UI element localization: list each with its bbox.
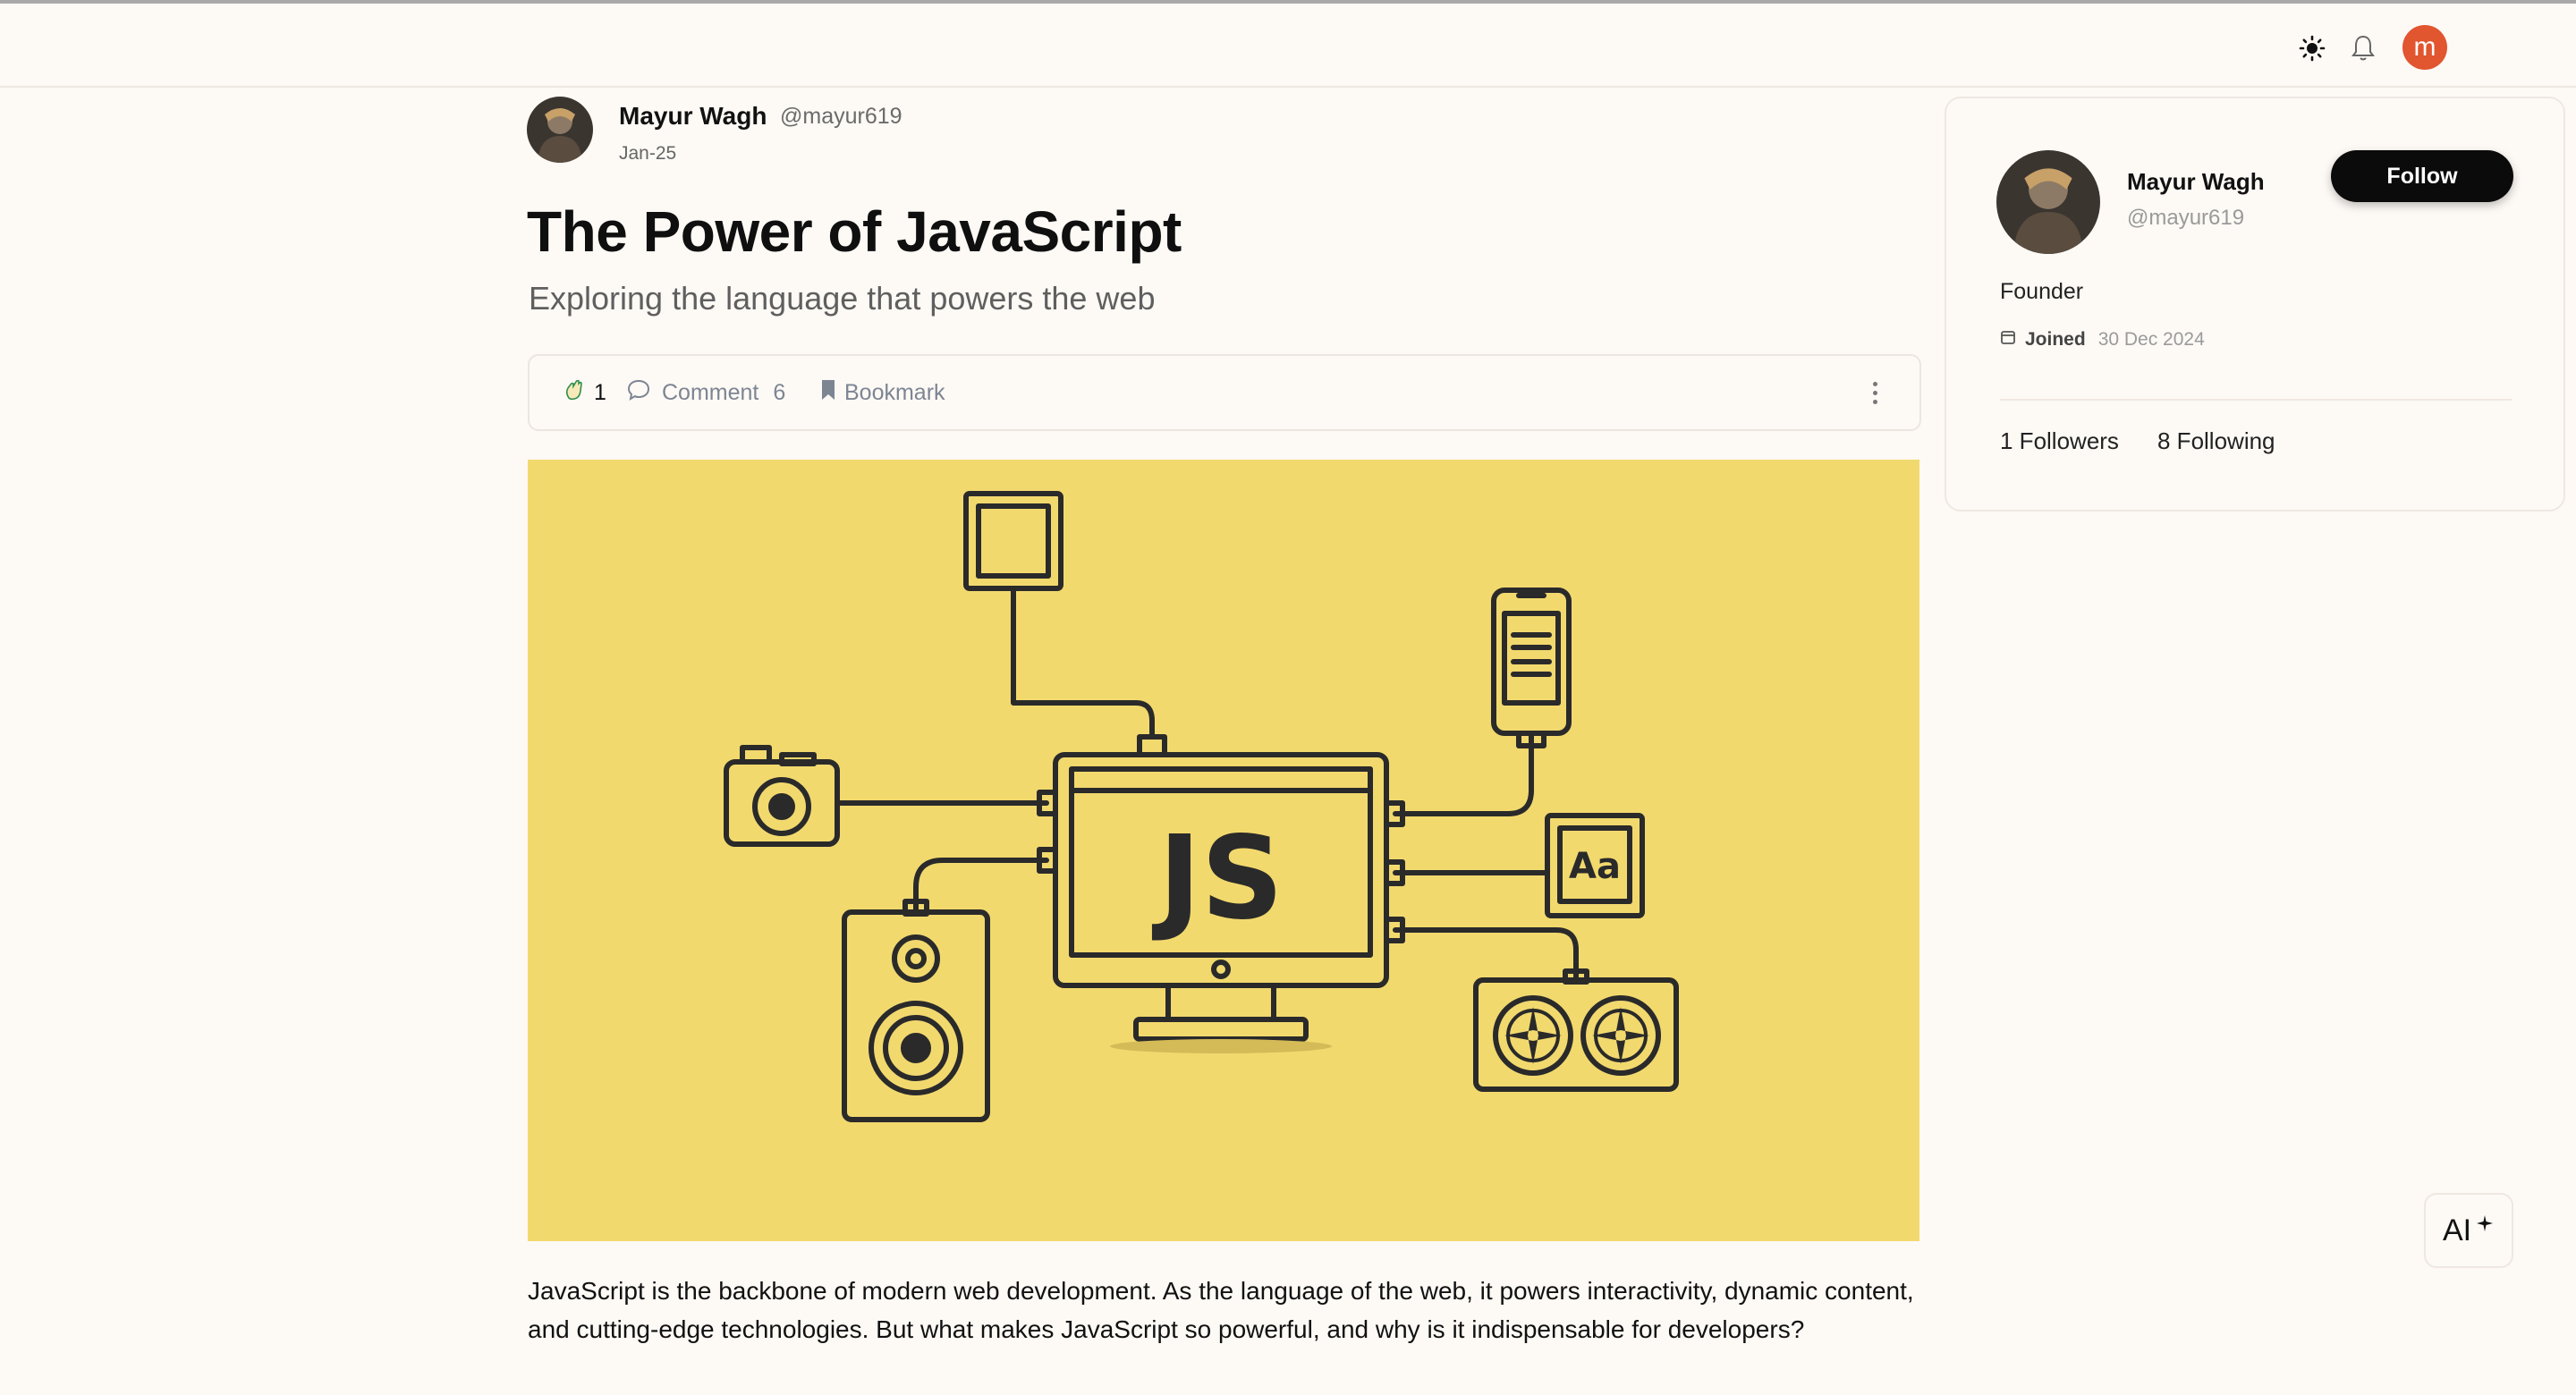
joined-date: 30 Dec 2024 (2097, 329, 2205, 350)
calendar-icon (2000, 329, 2016, 351)
bookmark-icon (819, 378, 837, 408)
comment-icon (626, 378, 651, 408)
comment-button[interactable]: Comment 6 (626, 356, 785, 429)
joined-label: Joined (2025, 329, 2086, 350)
page: m Mayur Wagh @mayur619 Jan-25 The Power … (0, 0, 2576, 1395)
hero-image: JS Aa (528, 460, 1919, 1241)
profile-handle: @mayur619 (2127, 206, 2245, 230)
profile-joined: Joined 30 Dec 2024 (2000, 329, 2205, 351)
author-profile-card: Mayur Wagh @mayur619 Follow Founder Join… (1945, 97, 2565, 512)
bookmark-label: Bookmark (844, 379, 945, 405)
profile-avatar[interactable] (1996, 150, 2100, 254)
post-subtitle: Exploring the language that powers the w… (529, 280, 1156, 317)
clap-icon (564, 378, 585, 408)
post-title: The Power of JavaScript (527, 199, 1182, 264)
sparkle-icon (2475, 1206, 2495, 1241)
followers-count[interactable]: 1 Followers (2000, 427, 2119, 455)
comment-count: 6 (773, 379, 786, 405)
post-date: Jan-25 (619, 143, 677, 164)
bell-icon[interactable] (2345, 30, 2381, 66)
profile-divider (2000, 399, 2512, 401)
top-bar: m (0, 4, 2576, 88)
clap-button[interactable]: 1 (564, 356, 606, 429)
bookmark-button[interactable]: Bookmark (819, 356, 945, 429)
ai-label: AI (2442, 1213, 2472, 1247)
profile-name[interactable]: Mayur Wagh (2127, 168, 2265, 196)
follow-button[interactable]: Follow (2331, 150, 2513, 202)
more-options-icon[interactable] (1866, 377, 1884, 408)
author-name[interactable]: Mayur Wagh (619, 102, 767, 131)
user-avatar[interactable]: m (2402, 25, 2447, 70)
author-avatar[interactable] (527, 97, 593, 163)
following-count[interactable]: 8 Following (2157, 427, 2275, 455)
hero-aa-text: Aa (1569, 846, 1621, 887)
ai-assistant-button[interactable]: AI (2424, 1193, 2513, 1268)
clap-count: 1 (594, 379, 606, 405)
comment-label: Comment (662, 379, 759, 405)
profile-bio: Founder (2000, 279, 2084, 304)
hero-js-text: JS (1151, 812, 1284, 945)
sun-icon[interactable] (2294, 30, 2330, 66)
post-action-bar: 1 Comment 6 Bookmark (528, 354, 1921, 431)
author-handle: @mayur619 (780, 104, 902, 129)
post-body: JavaScript is the backbone of modern web… (528, 1277, 1914, 1343)
